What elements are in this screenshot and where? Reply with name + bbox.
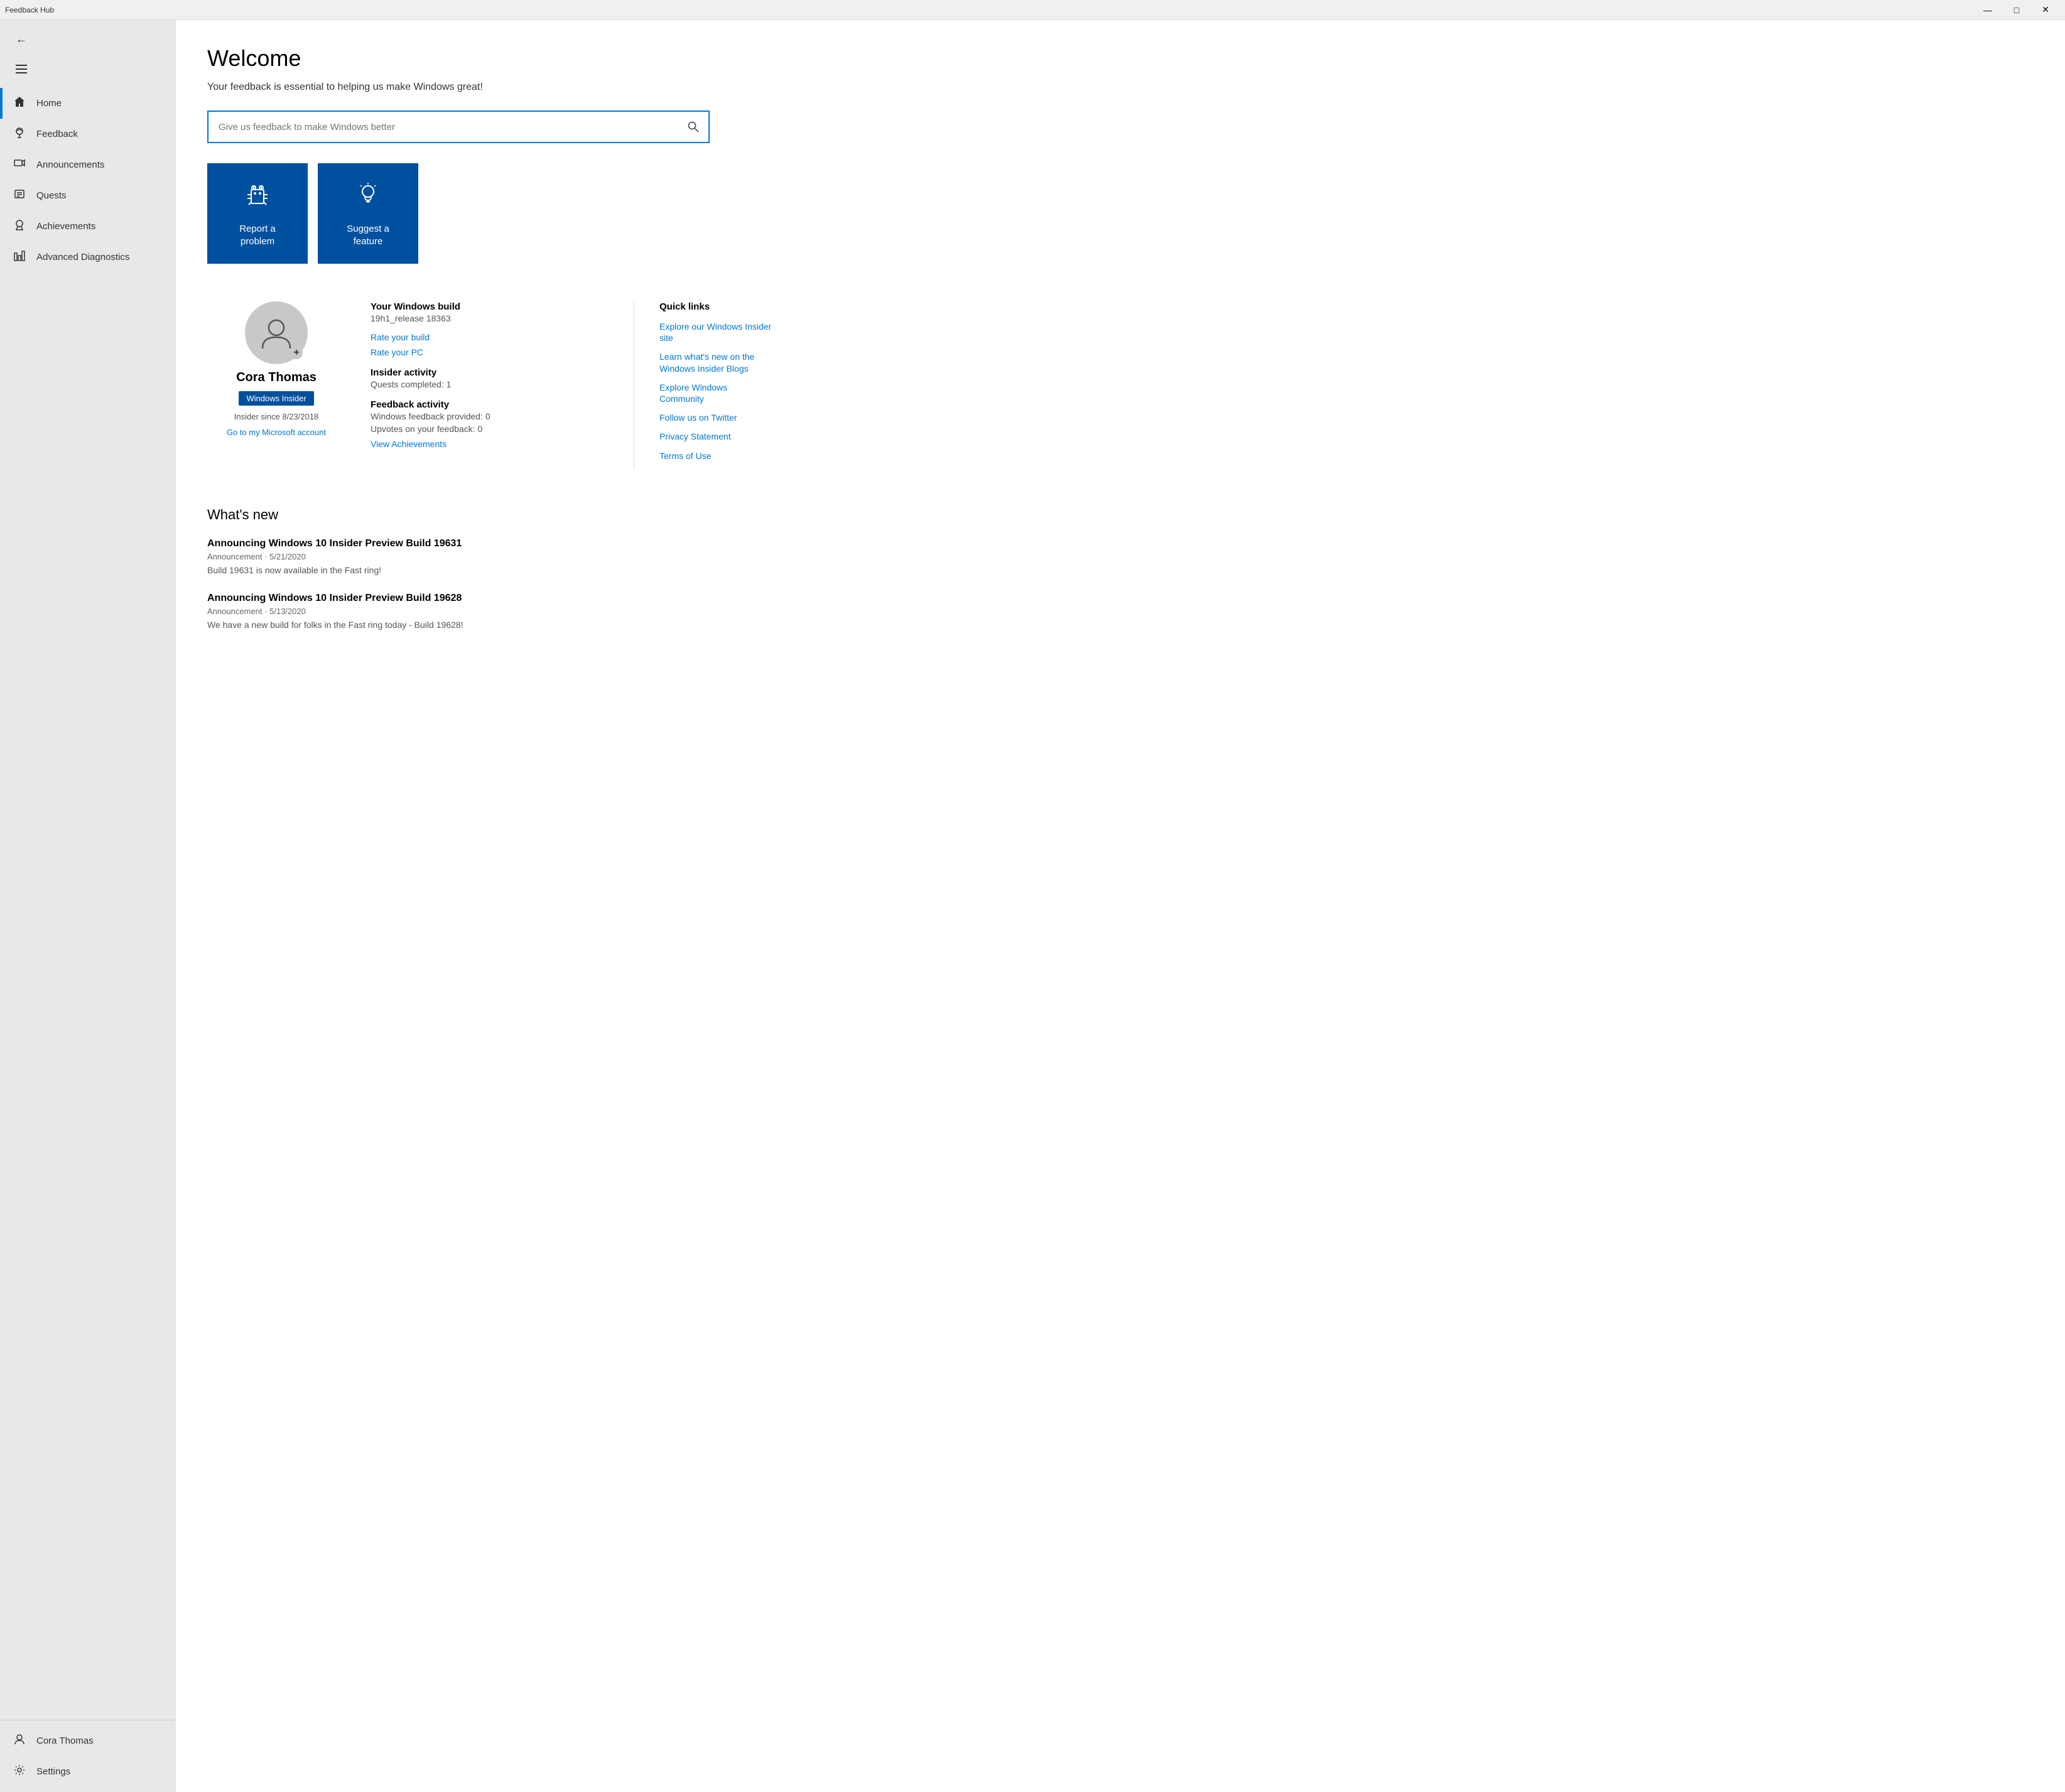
feedback-icon	[13, 126, 26, 142]
sidebar-item-achievements[interactable]: Achievements	[0, 211, 176, 242]
settings-label: Settings	[36, 1766, 70, 1777]
whats-new-title: What's new	[207, 507, 2034, 523]
achievements-icon	[13, 219, 26, 234]
suggest-feature-label: Suggest afeature	[347, 223, 389, 247]
settings-button[interactable]: Settings	[0, 1756, 176, 1787]
news-item-1: Announcing Windows 10 Insider Preview Bu…	[207, 593, 2034, 630]
quests-completed: Quests completed: 1	[371, 379, 609, 389]
report-problem-card[interactable]: Report aproblem	[207, 163, 308, 264]
window-controls: — □ ✕	[1973, 0, 2060, 20]
news-item-1-meta: Announcement · 5/13/2020	[207, 607, 2034, 616]
user-label: Cora Thomas	[36, 1735, 94, 1746]
sidebar-item-announcements[interactable]: Announcements	[0, 149, 176, 180]
search-icon	[687, 121, 700, 133]
rate-build-link[interactable]: Rate your build	[371, 332, 609, 342]
home-icon	[13, 95, 26, 111]
search-input[interactable]	[209, 114, 678, 140]
sidebar-item-quests-label: Quests	[36, 190, 67, 201]
user-icon	[13, 1733, 26, 1749]
news-item-1-desc: We have a new build for folks in the Fas…	[207, 620, 2034, 630]
profile-section: + Cora Thomas Windows Insider Insider si…	[207, 289, 772, 482]
news-item-0-title: Announcing Windows 10 Insider Preview Bu…	[207, 538, 2034, 549]
sidebar-item-achievements-label: Achievements	[36, 221, 95, 232]
bug-icon	[242, 180, 273, 215]
news-item-0: Announcing Windows 10 Insider Preview Bu…	[207, 538, 2034, 575]
feedback-provided: Windows feedback provided: 0	[371, 411, 609, 421]
main-content: Welcome Your feedback is essential to he…	[176, 20, 2065, 1792]
news-item-0-meta: Announcement · 5/21/2020	[207, 552, 2034, 561]
search-button[interactable]	[678, 112, 708, 142]
announcements-icon	[13, 157, 26, 173]
quick-link-terms[interactable]: Terms of Use	[659, 450, 772, 461]
user-button[interactable]: Cora Thomas	[0, 1725, 176, 1756]
profile-middle: Your Windows build 19h1_release 18363 Ra…	[345, 301, 634, 469]
profile-name: Cora Thomas	[236, 370, 317, 385]
sidebar: ← Home	[0, 20, 176, 1792]
avatar-icon	[257, 314, 295, 352]
quick-link-explore-insider[interactable]: Explore our Windows Insider site	[659, 321, 772, 343]
sidebar-bottom: Cora Thomas Settings	[0, 1720, 176, 1792]
sidebar-item-advanced-diagnostics[interactable]: Advanced Diagnostics	[0, 242, 176, 273]
app-layout: ← Home	[0, 20, 2065, 1792]
sidebar-nav: Home Feedback	[0, 88, 176, 1720]
suggest-feature-card[interactable]: Suggest afeature	[318, 163, 418, 264]
sidebar-item-announcements-label: Announcements	[36, 159, 104, 170]
sidebar-top: ←	[0, 20, 176, 88]
account-link[interactable]: Go to my Microsoft account	[227, 428, 326, 437]
sidebar-item-home[interactable]: Home	[0, 88, 176, 119]
sidebar-item-feedback[interactable]: Feedback	[0, 119, 176, 149]
profile-badge: Windows Insider	[239, 391, 313, 406]
quick-link-windows-community[interactable]: Explore Windows Community	[659, 382, 772, 404]
feedback-activity-title: Feedback activity	[371, 399, 609, 410]
quests-icon	[13, 188, 26, 203]
build-title: Your Windows build	[371, 301, 609, 312]
upvotes: Upvotes on your feedback: 0	[371, 424, 609, 434]
profile-since: Insider since 8/23/2018	[234, 412, 318, 421]
report-problem-label: Report aproblem	[239, 223, 276, 247]
sidebar-item-home-label: Home	[36, 98, 62, 109]
close-button[interactable]: ✕	[2031, 0, 2060, 20]
profile-avatar: +	[245, 301, 308, 364]
titlebar: Feedback Hub — □ ✕	[0, 0, 2065, 20]
quick-links-title: Quick links	[659, 301, 772, 312]
app-title: Feedback Hub	[5, 6, 54, 14]
sidebar-item-feedback-label: Feedback	[36, 129, 78, 139]
quick-link-twitter[interactable]: Follow us on Twitter	[659, 412, 772, 423]
sidebar-item-quests[interactable]: Quests	[0, 180, 176, 211]
quick-link-privacy[interactable]: Privacy Statement	[659, 431, 772, 442]
news-item-0-desc: Build 19631 is now available in the Fast…	[207, 565, 2034, 575]
minimize-button[interactable]: —	[1973, 0, 2002, 20]
action-cards: Report aproblem Suggest afeature	[207, 163, 2034, 264]
hamburger-button[interactable]	[10, 58, 33, 80]
profile-left: + Cora Thomas Windows Insider Insider si…	[207, 301, 345, 469]
advanced-diagnostics-icon	[13, 249, 26, 265]
hamburger-icon	[16, 65, 27, 73]
profile-right: Quick links Explore our Windows Insider …	[634, 301, 772, 469]
sidebar-item-advanced-diagnostics-label: Advanced Diagnostics	[36, 252, 129, 262]
welcome-subtitle: Your feedback is essential to helping us…	[207, 82, 2034, 93]
settings-icon	[13, 1764, 26, 1779]
rate-pc-link[interactable]: Rate your PC	[371, 347, 609, 357]
quick-link-insider-blogs[interactable]: Learn what's new on the Windows Insider …	[659, 351, 772, 374]
back-button[interactable]: ←	[10, 28, 33, 50]
avatar-plus-icon: +	[290, 347, 303, 359]
lightbulb-icon	[353, 180, 383, 215]
build-value: 19h1_release 18363	[371, 313, 609, 323]
news-item-1-title: Announcing Windows 10 Insider Preview Bu…	[207, 593, 2034, 604]
view-achievements-link[interactable]: View Achievements	[371, 439, 609, 449]
search-bar	[207, 111, 710, 143]
maximize-button[interactable]: □	[2002, 0, 2031, 20]
insider-activity-title: Insider activity	[371, 367, 609, 378]
welcome-title: Welcome	[207, 45, 2034, 72]
